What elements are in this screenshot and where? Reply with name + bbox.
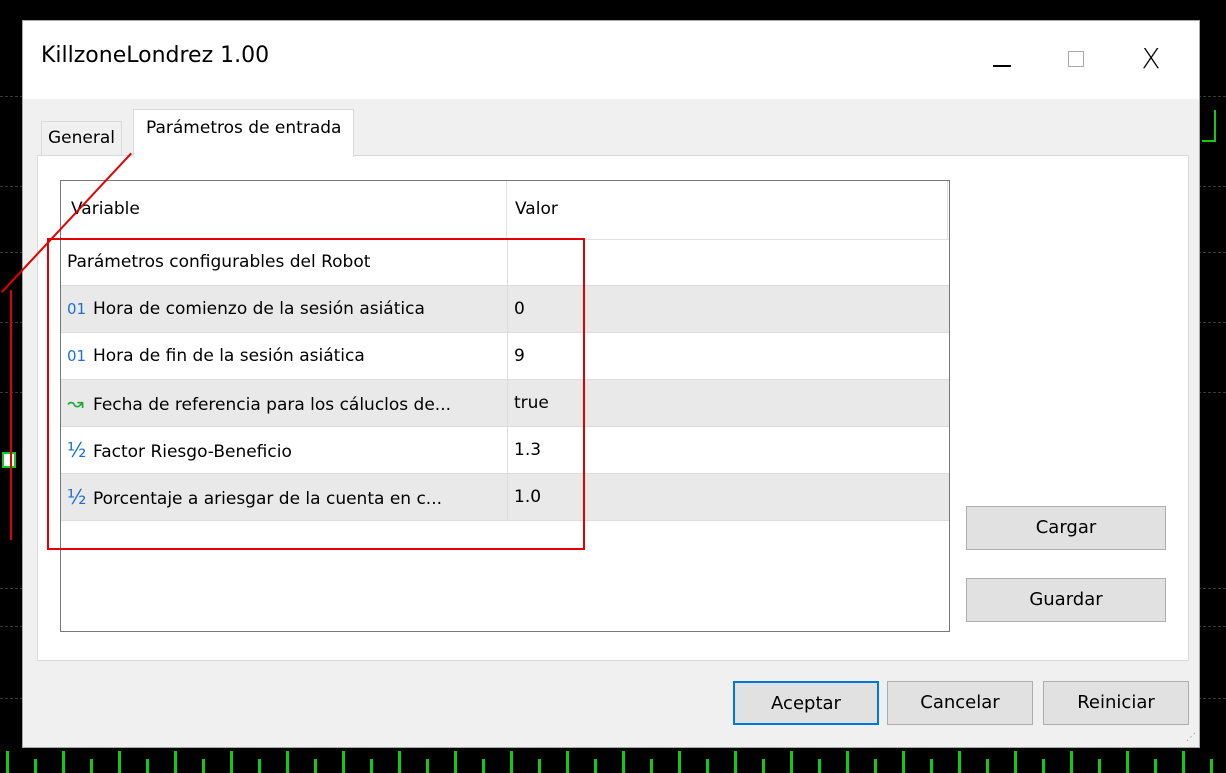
chart-tick xyxy=(1126,751,1129,773)
chart-tick xyxy=(762,759,765,773)
window-title: KillzoneLondrez 1.00 xyxy=(41,43,270,68)
chart-tick xyxy=(1182,751,1185,773)
chart-tick xyxy=(874,759,877,773)
reset-button[interactable]: Reiniciar xyxy=(1043,681,1189,725)
chart-tick xyxy=(538,759,541,773)
chart-tick xyxy=(6,751,9,773)
minimize-icon xyxy=(993,65,1011,67)
load-button[interactable]: Cargar xyxy=(966,506,1166,550)
chart-tick xyxy=(230,751,233,773)
chart-tick xyxy=(90,759,93,773)
chart-tick xyxy=(426,759,429,773)
chart-tick xyxy=(818,759,821,773)
annotation-highlight-box xyxy=(47,238,585,550)
chart-tick xyxy=(1014,751,1017,773)
cancel-button[interactable]: Cancelar xyxy=(887,681,1033,725)
chart-tick xyxy=(1154,759,1157,773)
save-button[interactable]: Guardar xyxy=(966,578,1166,622)
column-header-value[interactable]: Valor xyxy=(515,199,558,219)
column-divider[interactable] xyxy=(947,181,948,239)
tab-parametros-de-entrada[interactable]: Parámetros de entrada xyxy=(133,109,355,157)
chart-tick xyxy=(594,759,597,773)
chart-candle xyxy=(2,452,16,468)
chart-tick xyxy=(510,751,513,773)
chart-tick xyxy=(1042,759,1045,773)
chart-tick xyxy=(174,751,177,773)
chart-tick xyxy=(622,751,625,773)
chart-tick xyxy=(930,759,933,773)
column-header-variable[interactable]: Variable xyxy=(71,199,140,219)
chart-tick xyxy=(482,759,485,773)
chart-tick xyxy=(146,759,149,773)
chart-tick xyxy=(454,751,457,773)
chart-tick xyxy=(370,759,373,773)
close-button[interactable]: X xyxy=(1121,35,1181,83)
chart-tick xyxy=(986,759,989,773)
chart-tick xyxy=(202,759,205,773)
chart-tick xyxy=(1210,759,1213,773)
chart-tick xyxy=(902,751,905,773)
title-bar: KillzoneLondrez 1.00 X xyxy=(23,21,1199,99)
maximize-button[interactable] xyxy=(1046,35,1106,83)
chart-tick xyxy=(734,751,737,773)
column-divider[interactable] xyxy=(506,181,507,239)
chart-tick xyxy=(286,751,289,773)
chart-candle xyxy=(1214,110,1216,142)
ok-button[interactable]: Aceptar xyxy=(733,681,879,725)
chart-tick xyxy=(678,751,681,773)
chart-tick xyxy=(118,751,121,773)
maximize-icon xyxy=(1068,51,1084,67)
chart-tick xyxy=(34,759,37,773)
tab-general[interactable]: General xyxy=(41,121,122,155)
list-header: Variable Valor xyxy=(61,181,949,240)
chart-tick xyxy=(706,759,709,773)
chart-tick xyxy=(1070,751,1073,773)
chart-tick xyxy=(342,751,345,773)
chart-tick xyxy=(1098,759,1101,773)
chart-tick xyxy=(398,751,401,773)
annotation-arrow-line xyxy=(10,290,12,540)
chart-tick xyxy=(958,751,961,773)
chart-tick xyxy=(650,759,653,773)
chart-tick xyxy=(846,751,849,773)
resize-grip-icon[interactable]: ⋰ xyxy=(1186,732,1196,743)
chart-tick xyxy=(258,759,261,773)
close-icon: X xyxy=(1141,42,1161,75)
chart-tick xyxy=(790,751,793,773)
chart-tick xyxy=(62,751,65,773)
chart-tick xyxy=(314,759,317,773)
minimize-button[interactable] xyxy=(971,35,1031,83)
chart-tick xyxy=(566,751,569,773)
